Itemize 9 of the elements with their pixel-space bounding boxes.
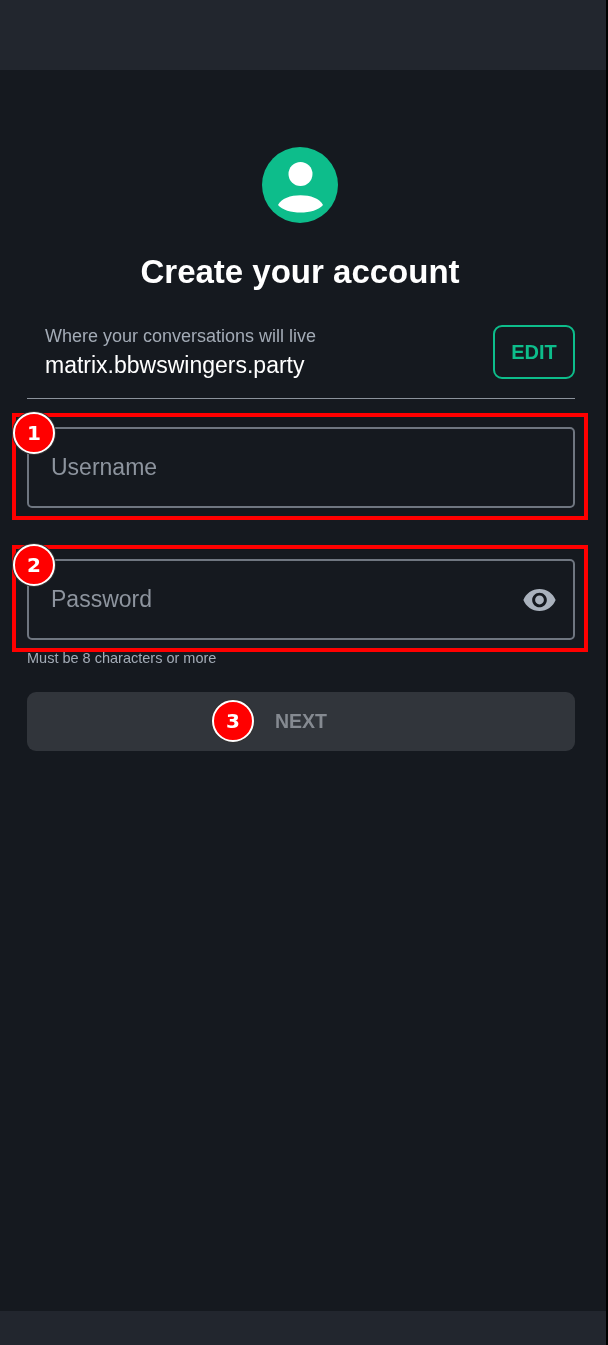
user-avatar-icon: [262, 147, 338, 223]
server-label: Where your conversations will live: [45, 326, 317, 346]
password-hint: Must be 8 characters or more: [27, 650, 217, 666]
number-marker: 1: [13, 412, 55, 454]
page-title: Create your account: [140, 252, 460, 292]
server-name: matrix.bbwswingers.party: [45, 352, 306, 378]
number-marker: 2: [13, 544, 55, 586]
eye-icon[interactable]: [523, 589, 556, 611]
edit-button[interactable]: EDIT: [493, 325, 575, 379]
